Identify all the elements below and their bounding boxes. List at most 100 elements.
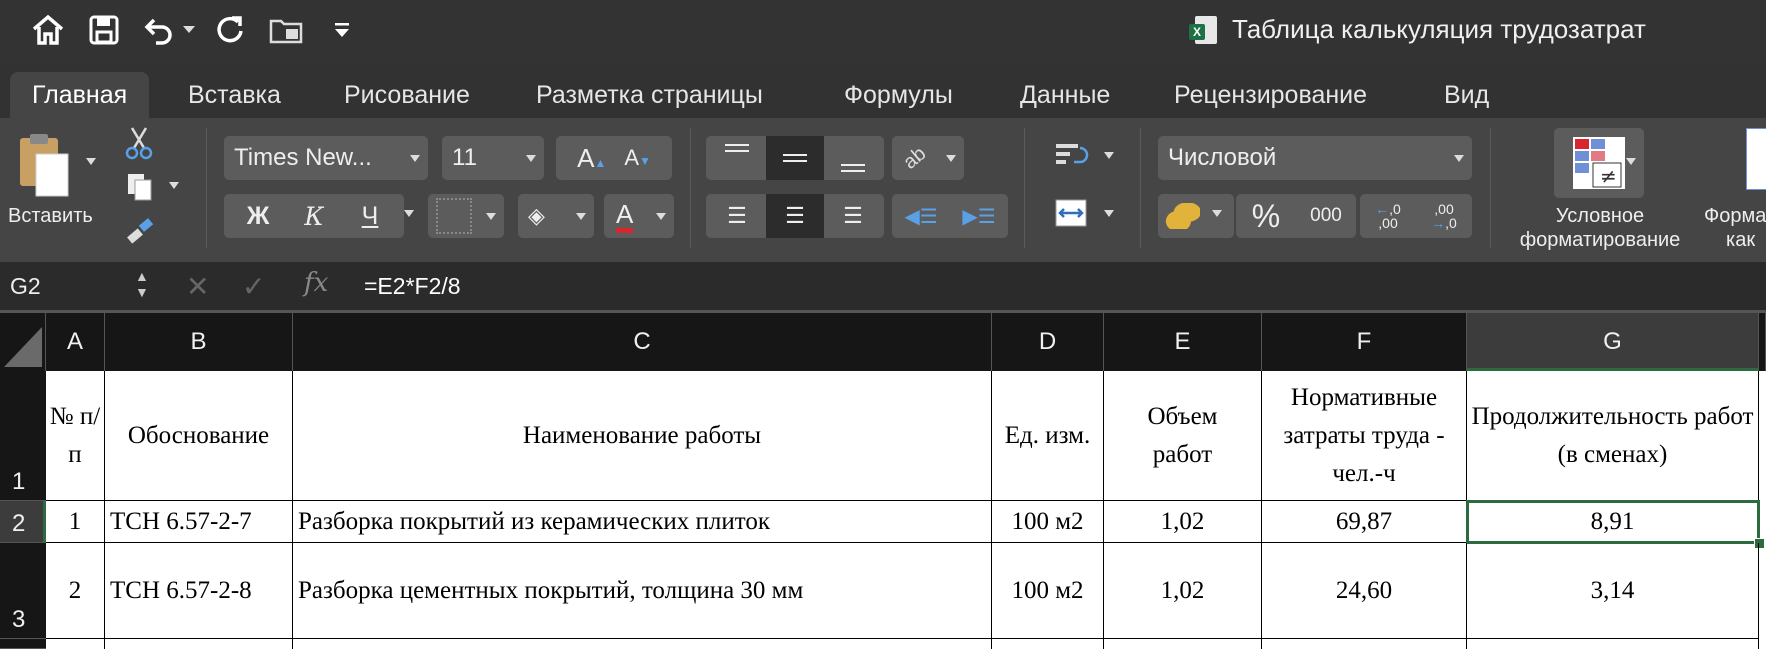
cell-a2[interactable]: 1 [46, 501, 105, 543]
cell-b4[interactable] [105, 639, 293, 649]
cell-c2[interactable]: Разборка покрытий из керамических плиток [293, 501, 992, 543]
undo-dropdown-icon[interactable] [183, 26, 195, 33]
format-as-table-icon[interactable] [1746, 128, 1766, 190]
cell-f1[interactable]: Нормативные затраты труда - чел.-ч [1262, 371, 1467, 501]
cell-e2[interactable]: 1,02 [1104, 501, 1262, 543]
fill-color-button[interactable]: ◈ [518, 194, 594, 238]
tab-insert[interactable]: Вставка [188, 72, 281, 118]
tab-view[interactable]: Вид [1444, 72, 1489, 118]
format-painter-icon[interactable] [124, 218, 156, 253]
cell-d1[interactable]: Ед. изм. [992, 371, 1104, 501]
column-header-a[interactable]: A [46, 313, 105, 371]
cell-f3[interactable]: 24,60 [1262, 543, 1467, 639]
tab-review[interactable]: Рецензирование [1174, 72, 1367, 118]
paste-label[interactable]: Вставить [8, 204, 93, 228]
column-header-h[interactable] [1759, 313, 1766, 371]
align-top-icon[interactable] [708, 136, 766, 180]
undo-icon[interactable] [142, 10, 182, 50]
font-name-select[interactable]: Times New... [224, 136, 428, 180]
cell-b2[interactable]: ТСН 6.57-2-7 [105, 501, 293, 543]
borders-button[interactable] [428, 194, 504, 238]
customize-icon[interactable] [322, 10, 362, 50]
align-left-icon[interactable]: ☰ [708, 203, 766, 229]
thousands-button[interactable]: 000 [1296, 205, 1356, 227]
cell-a3[interactable]: 2 [46, 543, 105, 639]
cell-g2[interactable]: 8,91 [1466, 500, 1760, 544]
percent-button[interactable]: % [1236, 198, 1296, 235]
number-format-select[interactable]: Числовой [1158, 136, 1472, 180]
paste-dropdown-icon[interactable] [86, 158, 96, 165]
cell-g3[interactable]: 3,14 [1467, 543, 1759, 639]
cell-a4[interactable] [46, 639, 105, 649]
tab-home[interactable]: Главная [10, 72, 150, 118]
cell-a1[interactable]: № п/п [46, 371, 105, 501]
cell-e3[interactable]: 1,02 [1104, 543, 1262, 639]
cell-d4[interactable] [992, 639, 1104, 649]
decrease-font-icon[interactable]: A▼ [624, 145, 651, 171]
save-icon[interactable] [84, 10, 124, 50]
cell-e1[interactable]: Объем работ [1104, 371, 1262, 501]
conditional-formatting-label[interactable]: Условное форматирование [1510, 204, 1690, 252]
align-center-icon[interactable]: ☰ [766, 194, 824, 238]
conditional-dropdown-icon[interactable] [1626, 158, 1636, 165]
tab-data[interactable]: Данные [1020, 72, 1110, 118]
increase-font-icon[interactable]: A▲ [577, 143, 606, 174]
cell-g4[interactable] [1467, 639, 1759, 649]
currency-dropdown-icon[interactable] [1212, 210, 1222, 217]
cell-g1[interactable]: Продолжительность работ (в сменах) [1467, 371, 1759, 501]
tab-page-layout[interactable]: Разметка страницы [536, 72, 763, 118]
column-header-c[interactable]: C [293, 313, 992, 371]
merge-icon[interactable] [1054, 198, 1088, 233]
cell-b3[interactable]: ТСН 6.57-2-8 [105, 543, 293, 639]
row-header-1[interactable]: 1 [0, 371, 46, 501]
cancel-icon[interactable]: ✕ [186, 270, 209, 303]
browse-icon[interactable] [266, 10, 306, 50]
redo-icon[interactable] [210, 10, 250, 50]
align-bottom-icon[interactable] [824, 136, 882, 180]
italic-button[interactable]: К [286, 202, 342, 231]
underline-dropdown-icon[interactable] [404, 210, 414, 217]
cut-icon[interactable] [124, 126, 154, 165]
function-icon[interactable]: fx [304, 268, 328, 298]
column-header-b[interactable]: B [105, 313, 293, 371]
wrap-text-icon[interactable] [1054, 140, 1092, 175]
cell-f4[interactable] [1262, 639, 1467, 649]
column-header-e[interactable]: E [1104, 313, 1262, 371]
format-as-table-label[interactable]: Форма как [1704, 204, 1766, 252]
row-header-3[interactable]: 3 [0, 543, 46, 639]
align-right-icon[interactable]: ☰ [824, 203, 882, 229]
currency-button[interactable] [1158, 194, 1234, 238]
row-header-2[interactable]: 2 [0, 501, 46, 543]
column-header-d[interactable]: D [992, 313, 1104, 371]
cell-e4[interactable] [1104, 639, 1262, 649]
column-header-f[interactable]: F [1262, 313, 1467, 371]
formula-input[interactable]: =E2*F2/8 [364, 262, 461, 310]
cell-d3[interactable]: 100 м2 [992, 543, 1104, 639]
tab-draw[interactable]: Рисование [344, 72, 470, 118]
home-icon[interactable] [28, 10, 68, 50]
decrease-decimal-icon[interactable]: ,00 →,0 [1416, 202, 1472, 230]
copy-icon[interactable] [126, 172, 154, 207]
align-middle-icon[interactable] [766, 136, 824, 180]
orientation-button[interactable]: ab [892, 136, 964, 180]
select-all-corner[interactable] [0, 313, 46, 371]
paste-icon[interactable] [18, 132, 70, 197]
cell-f2[interactable]: 69,87 [1262, 501, 1467, 543]
cell-b1[interactable]: Обоснование [105, 371, 293, 501]
cell-d2[interactable]: 100 м2 [992, 501, 1104, 543]
cell-c1[interactable]: Наименование работы [293, 371, 992, 501]
wrap-dropdown-icon[interactable] [1104, 152, 1114, 159]
decrease-indent-icon[interactable]: ◀☰ [892, 204, 950, 229]
row-header-4[interactable] [0, 639, 46, 649]
increase-indent-icon[interactable]: ▶☰ [950, 204, 1008, 229]
font-size-select[interactable]: 11 [442, 136, 544, 180]
underline-button[interactable]: Ч [342, 202, 398, 231]
column-header-g[interactable]: G [1467, 313, 1759, 371]
cell-c3[interactable]: Разборка цементных покрытий, толщина 30 … [293, 543, 992, 639]
increase-decimal-icon[interactable]: ←,0,00 [1360, 202, 1416, 230]
bold-button[interactable]: Ж [230, 202, 286, 231]
font-color-button[interactable]: A [604, 194, 674, 238]
cell-c4[interactable] [293, 639, 992, 649]
name-box-stepper-icon[interactable]: ▲ ▼ [135, 268, 149, 300]
tab-formulas[interactable]: Формулы [844, 72, 953, 118]
